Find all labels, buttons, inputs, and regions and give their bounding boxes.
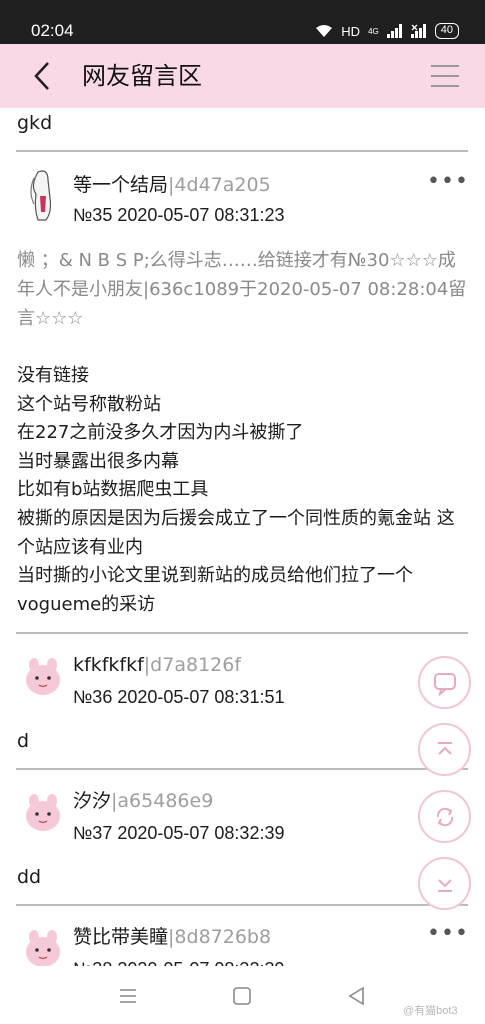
network-label: HD [341, 23, 361, 39]
divider [16, 632, 468, 634]
message-line: 比如有b站数据爬虫工具 [17, 479, 209, 501]
divider [16, 768, 468, 770]
status-icons: HD 4G 40 [315, 20, 459, 42]
refresh-button[interactable] [418, 790, 471, 843]
message-line: 没有链接 [17, 365, 89, 386]
recent-apps-icon [120, 989, 136, 1003]
avatar [26, 930, 60, 966]
page-title: 网友留言区 [82, 62, 202, 90]
username: 赞比带美瞳|8d8726b8 [73, 924, 271, 950]
user-id: |4d47a205 [168, 174, 271, 196]
back-triangle-icon [348, 986, 364, 1006]
more-options-button[interactable]: ••• [427, 171, 468, 196]
more-dots-icon: ••• [427, 169, 469, 194]
user-id: |a65486e9 [111, 790, 214, 812]
username-text: 等一个结局 [73, 174, 169, 196]
avatar [26, 794, 60, 831]
hamburger-menu-icon [431, 65, 459, 87]
home-button[interactable] [230, 984, 254, 1008]
back-button[interactable] [22, 56, 62, 96]
status-time: 02:04 [31, 21, 74, 40]
app-header: 网友留言区 [0, 44, 485, 108]
message-line: 当时暴露出很多内幕 [17, 450, 179, 472]
message-body: 没有链接 这个站号称散粉站 在227之前没多久才因为内斗被撕了 当时暴露出很多内… [17, 362, 472, 619]
user-id: |d7a8126f [143, 654, 242, 676]
message-line: 在227之前没多久才因为内斗被撕了 [17, 422, 304, 444]
message-list[interactable]: gkd 等一个结局|4d47a205 №35 2020-05-07 08:31:… [0, 108, 485, 966]
watermark: @有猫bot3 [403, 1005, 458, 1017]
more-options-button[interactable]: ••• [427, 923, 468, 948]
wifi-icon [316, 25, 333, 37]
signal-icon [386, 24, 402, 38]
status-bar: 02:04 HD 4G 40 [0, 0, 485, 44]
username-text: 赞比带美瞳 [73, 926, 169, 948]
home-icon [233, 987, 251, 1005]
message-line: 被撕的原因是因为后援会成立了一个同性质的氪金站 这个站应该有业内 [17, 507, 455, 558]
username-text: 汐汐 [73, 790, 112, 812]
recent-apps-button[interactable] [116, 984, 140, 1008]
avatar [26, 658, 60, 695]
username-text: kfkfkfkf [73, 654, 144, 676]
comment-button[interactable] [418, 656, 471, 709]
username: 等一个结局|4d47a205 [73, 172, 271, 198]
message-line: 当时撕的小论文里说到新站的成员给他们拉了一个vogueme的采访 [17, 565, 413, 615]
scroll-bottom-icon [437, 878, 452, 892]
signal-off-icon [410, 24, 426, 38]
previous-post-text: gkd [17, 112, 53, 134]
username: kfkfkfkf|d7a8126f [73, 652, 241, 678]
message-body: d [17, 730, 30, 752]
battery-indicator: 40 [434, 23, 459, 39]
system-back-button[interactable] [345, 984, 369, 1008]
post-number-time: №37 2020-05-07 08:32:39 [73, 823, 285, 843]
user-id: |8d8726b8 [168, 926, 272, 948]
avatar [30, 170, 52, 221]
post-number-time: №38 2020-05-07 08:32:39 [73, 956, 284, 966]
message-line: 这个站号称散粉站 [17, 393, 161, 415]
message-body: dd [17, 866, 42, 888]
scroll-bottom-button[interactable] [418, 857, 471, 910]
post-number-time: №35 2020-05-07 08:31:23 [73, 205, 285, 225]
refresh-icon [436, 807, 453, 826]
more-dots-icon: ••• [427, 921, 469, 946]
divider [16, 150, 468, 152]
scroll-top-icon [437, 741, 452, 755]
post-number-time: №36 2020-05-07 08:31:51 [73, 687, 285, 707]
signal-label: 4G [368, 26, 379, 36]
comment-icon [433, 672, 456, 696]
scroll-top-button[interactable] [418, 723, 471, 776]
divider [16, 904, 468, 906]
quoted-message: 懒 ；& N B S P;么得斗志……给链接才有№30☆☆☆成年人不是小朋友|6… [17, 250, 467, 329]
chevron-left-icon [34, 62, 49, 90]
username: 汐汐|a65486e9 [73, 788, 213, 814]
menu-button[interactable] [427, 58, 463, 94]
